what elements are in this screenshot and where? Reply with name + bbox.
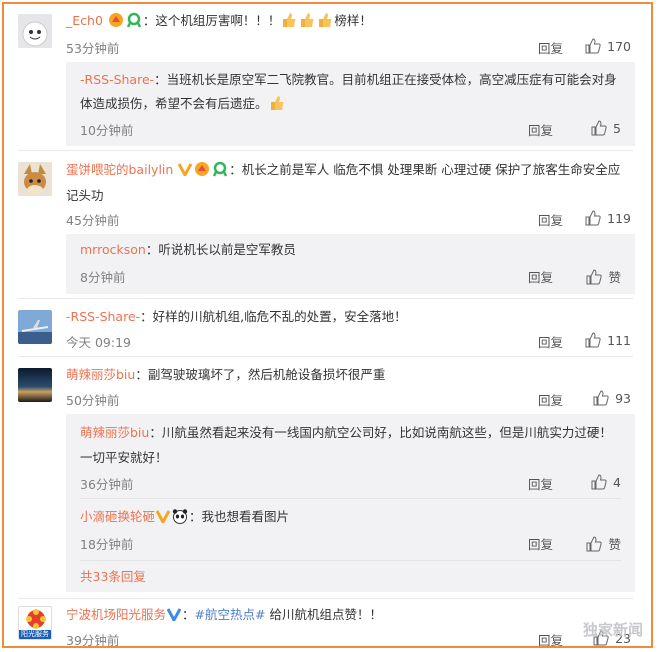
username-link[interactable]: mrrockson [80, 242, 146, 257]
reply-thread: -RSS-Share-：当班机长是原空军二飞院教官。目前机组正在接受体检，高空减… [66, 62, 635, 146]
reply-button[interactable]: 回复 [538, 38, 563, 57]
like-icon [591, 120, 607, 136]
username-link[interactable]: 宁波机场阳光服务 [66, 607, 166, 622]
username-link[interactable]: 萌辣丽莎biu [66, 367, 135, 382]
like-button[interactable]: 170 [585, 38, 631, 54]
comment-time: 今天 09:19 [66, 335, 131, 350]
like-count: 4 [613, 474, 621, 490]
divider [18, 356, 633, 357]
like-button[interactable]: 5 [591, 120, 621, 136]
verified-v-icon [177, 160, 193, 184]
ribbon-badge-icon [212, 161, 228, 177]
avatar[interactable] [18, 14, 52, 48]
username-link[interactable]: 小滴砸换轮砸 [80, 509, 155, 524]
like-icon [593, 390, 609, 406]
reply-time: 18分钟前 [80, 537, 134, 552]
reply-button[interactable]: 回复 [538, 390, 563, 409]
comment-text-block: _Ech0 ：这个机组厉害啊！！！ 榜样！ [66, 10, 631, 32]
thumbs-up-emoji-icon [317, 12, 333, 28]
like-button[interactable]: 93 [593, 390, 631, 406]
divider [18, 150, 633, 151]
ribbon-badge-icon [126, 12, 142, 28]
verified-v-icon [155, 508, 171, 530]
verified-v-icon [166, 606, 182, 628]
avatar[interactable]: 阳光服务 [18, 606, 52, 640]
like-count: 赞 [608, 537, 621, 552]
comment-time: 45分钟前 [66, 213, 120, 228]
like-icon [585, 38, 601, 54]
username-link[interactable]: _Ech0 [66, 13, 103, 28]
username-link[interactable]: -RSS-Share- [66, 309, 140, 324]
vip-badge-icon [108, 12, 124, 28]
reply-button[interactable]: 回复 [538, 630, 563, 646]
like-icon [586, 535, 603, 551]
thumbs-up-emoji-icon [299, 12, 315, 28]
like-icon [586, 268, 603, 284]
reply-button[interactable]: 回复 [528, 120, 553, 139]
divider [80, 498, 621, 499]
comment-text: ：好样的川航机组,临危不乱的处置，安全落地！ [140, 309, 407, 324]
like-button[interactable]: 4 [591, 474, 621, 490]
comment-text-block: 蛋饼喂驼的bailylin ：机长之前是军人 临危不惧 处理果断 心理过硬 保护… [66, 158, 631, 208]
reply-button[interactable]: 回复 [528, 474, 553, 493]
comment-time: 39分钟前 [66, 633, 120, 648]
hashtag-link[interactable]: #航空热点# [195, 607, 266, 622]
reply-button[interactable]: 回复 [528, 267, 553, 286]
reply-time: 10分钟前 [80, 123, 134, 138]
like-count: 93 [615, 390, 631, 406]
comments-panel: _Ech0 ：这个机组厉害啊！！！ 榜样！ 53分钟前 回复 170 -RSS-S… [2, 2, 653, 648]
divider [80, 560, 621, 561]
like-icon [585, 332, 601, 348]
reply-button[interactable]: 回复 [538, 210, 563, 229]
reply-text: ：当班机长是原空军二飞院教官。目前机组正在接受体检，高空减压症有可能会对身体造成… [80, 72, 617, 111]
panda-emoji-icon [172, 508, 188, 524]
like-count: 119 [607, 210, 631, 226]
reply-time: 36分钟前 [80, 477, 134, 492]
reply-button[interactable]: 回复 [538, 332, 563, 351]
username-link[interactable]: -RSS-Share- [80, 72, 154, 87]
watermark: 独家新闻 [582, 621, 643, 639]
comment-time: 50分钟前 [66, 393, 120, 408]
comment-text-tail: 榜样！ [334, 13, 372, 28]
comment-text: ：副驾驶玻璃坏了，然后机舱设备损坏很严重 [135, 367, 386, 382]
like-button[interactable]: 111 [585, 332, 631, 348]
divider [18, 298, 633, 299]
like-icon [591, 474, 607, 490]
reply-text: ：我也想看看图片 [189, 509, 290, 524]
username-link[interactable]: 蛋饼喂驼的bailylin [66, 162, 173, 177]
like-count: 赞 [608, 270, 621, 285]
reply-text: ：听说机长以前是空军教员 [145, 242, 296, 257]
avatar[interactable] [18, 310, 52, 344]
avatar[interactable] [18, 368, 52, 402]
username-link[interactable]: 萌辣丽莎biu [80, 425, 149, 440]
comment-text-block: -RSS-Share-：好样的川航机组,临危不乱的处置，安全落地！ [66, 306, 631, 328]
more-replies-link[interactable]: 共33条回复 [80, 566, 146, 585]
like-button[interactable]: 119 [585, 210, 631, 226]
like-button[interactable]: 赞 [586, 534, 621, 553]
thumbs-up-emoji-icon [269, 95, 285, 111]
reply-text: ：川航虽然看起来没有一线国内航空公司好，比如说南航这些，但是川航实力过硬！一切平… [80, 425, 612, 465]
comment-text-block: 萌辣丽莎biu：副驾驶玻璃坏了，然后机舱设备损坏很严重 [66, 364, 631, 386]
like-icon [585, 210, 601, 226]
comment-text-block: 宁波机场阳光服务 ：#航空热点# 给川航机组点赞！！ [66, 604, 631, 628]
comment-time: 53分钟前 [66, 41, 120, 56]
reply-thread: 萌辣丽莎biu：川航虽然看起来没有一线国内航空公司好，比如说南航这些，但是川航实… [66, 414, 635, 592]
like-count: 5 [613, 120, 621, 136]
reply-time: 8分钟前 [80, 270, 126, 285]
comment-text: 给川航机组点赞！！ [265, 607, 382, 622]
like-count: 170 [607, 38, 631, 54]
like-button[interactable]: 赞 [586, 267, 621, 286]
thumbs-up-emoji-icon [281, 12, 297, 28]
divider [18, 598, 633, 599]
comment-text: ：这个机组厉害啊！！！ [142, 13, 281, 28]
vip-badge-icon [194, 161, 210, 177]
avatar-text: 阳光服务 [19, 630, 51, 639]
reply-thread: mrrockson：听说机长以前是空军教员 8分钟前 回复 赞 [66, 234, 635, 294]
reply-button[interactable]: 回复 [528, 534, 553, 553]
avatar[interactable] [18, 162, 52, 196]
like-count: 111 [607, 332, 631, 348]
